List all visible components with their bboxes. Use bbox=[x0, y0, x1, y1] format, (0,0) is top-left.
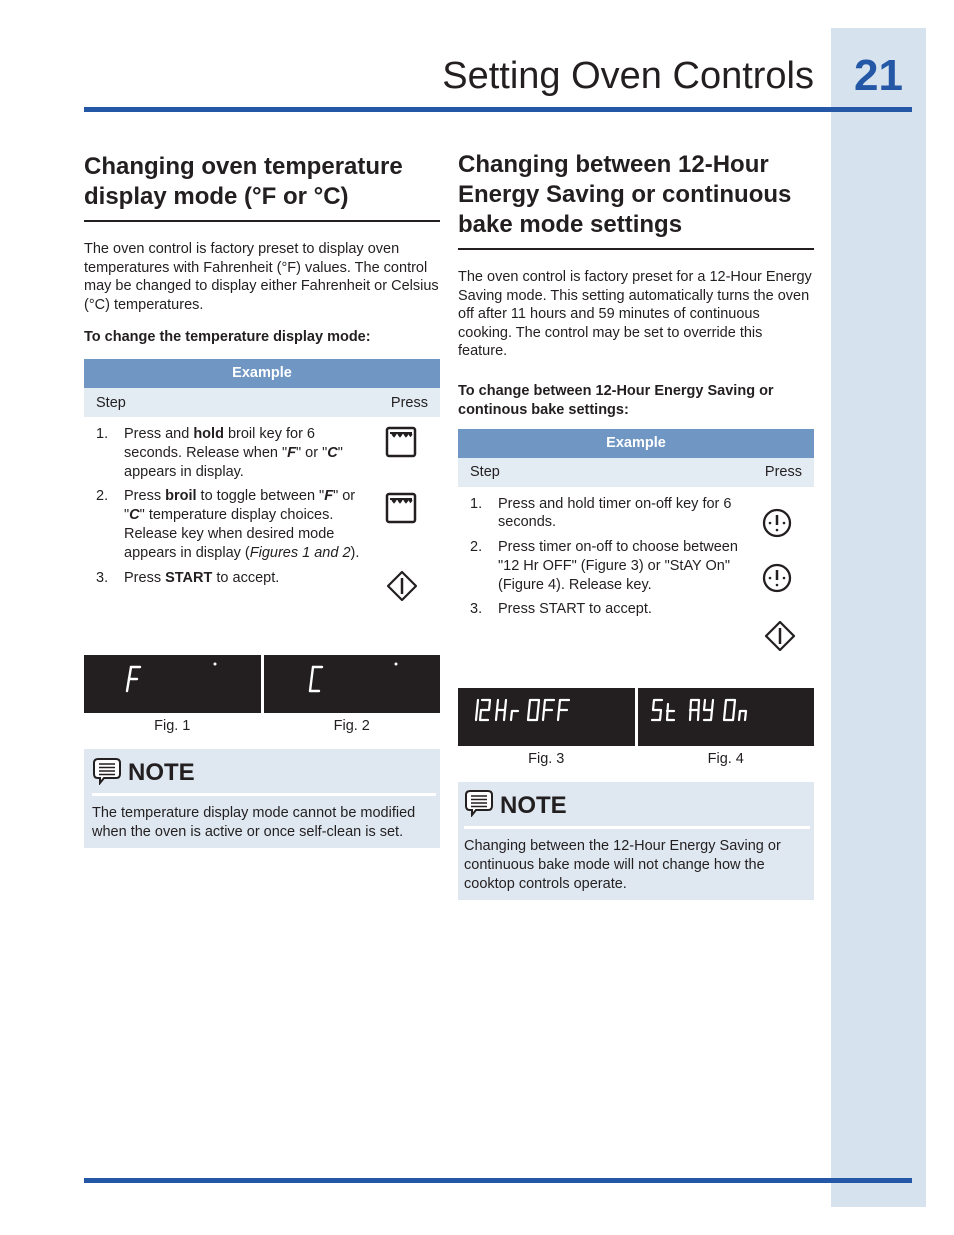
figure-label: Fig. 4 bbox=[707, 750, 744, 767]
header-rule bbox=[84, 107, 912, 112]
oven-display bbox=[263, 655, 440, 713]
display-glyph-stay-on bbox=[650, 698, 747, 721]
figure-label: Fig. 3 bbox=[528, 750, 565, 767]
note-title: NOTE bbox=[500, 791, 567, 819]
example-table: Example Step Press 1. Press and hold bro… bbox=[84, 359, 440, 655]
figure-4: Fig. 4 bbox=[637, 687, 814, 768]
step-number: 3. bbox=[470, 601, 483, 618]
step-text: Press START to accept. bbox=[498, 601, 652, 618]
step-item: 2. Press timer on-off to choose between … bbox=[458, 538, 814, 594]
step-number: 2. bbox=[96, 488, 109, 505]
note-text: The temperature display mode cannot be m… bbox=[92, 805, 416, 840]
note-box: NOTE Changing between the 12-Hour Energy… bbox=[458, 781, 814, 900]
timer-key-icon bbox=[762, 508, 792, 538]
temperature-mode-section: Changing oven temperature display mode (… bbox=[84, 152, 440, 848]
section-heading: Changing oven temperature display mode (… bbox=[84, 152, 440, 222]
section-subheading: To change the temperature display mode: bbox=[84, 329, 371, 345]
broil-key-icon bbox=[385, 492, 417, 524]
note-title: NOTE bbox=[128, 759, 195, 786]
note-icon bbox=[92, 757, 122, 790]
timer-key-icon bbox=[762, 563, 792, 593]
display-figures: Fig. 1 Fig. 2 bbox=[84, 655, 440, 735]
broil-key-icon bbox=[385, 426, 417, 458]
page-title: Setting Oven Controls bbox=[442, 55, 814, 97]
example-table-title: Example bbox=[458, 428, 814, 458]
col-step-label: Step bbox=[96, 394, 126, 411]
step-number: 3. bbox=[96, 569, 109, 586]
step-text: Press and hold broil key for 6 seconds. … bbox=[124, 426, 343, 480]
steps-list: 1. Press and hold timer on-off key for 6… bbox=[458, 487, 814, 688]
oven-display bbox=[637, 687, 814, 746]
start-key-icon bbox=[764, 620, 796, 652]
section-subheading: To change between 12-Hour Energy Saving … bbox=[458, 382, 774, 418]
side-panel bbox=[831, 28, 926, 1207]
display-glyph-12hr-off bbox=[474, 698, 571, 721]
oven-display bbox=[84, 655, 261, 713]
display-glyph-c bbox=[308, 662, 397, 693]
note-header: NOTE bbox=[464, 788, 810, 829]
step-item: 3. Press START to accept. bbox=[458, 600, 814, 619]
example-table: Example Step Press 1. Press and hold tim… bbox=[458, 428, 814, 688]
display-glyph-f bbox=[125, 662, 217, 693]
display-figures: Fig. 3 Fig. 4 bbox=[458, 687, 814, 768]
step-number: 2. bbox=[470, 539, 483, 556]
example-table-title: Example bbox=[84, 359, 440, 388]
section-heading: Changing between 12-Hour Energy Saving o… bbox=[458, 150, 814, 250]
figure-label: Fig. 1 bbox=[154, 718, 191, 734]
example-table-columns: Step Press bbox=[84, 388, 440, 417]
step-number: 1. bbox=[96, 426, 109, 442]
section-intro: The oven control is factory preset to di… bbox=[84, 241, 439, 313]
step-text: Press timer on-off to choose between "12… bbox=[498, 539, 738, 593]
step-number: 1. bbox=[470, 495, 483, 512]
footer-rule bbox=[84, 1178, 912, 1183]
note-icon bbox=[464, 789, 494, 822]
section-intro: The oven control is factory preset for a… bbox=[458, 269, 812, 359]
note-header: NOTE bbox=[92, 755, 436, 796]
col-press-label: Press bbox=[390, 394, 428, 411]
step-text: Press START to accept. bbox=[124, 569, 280, 586]
example-table-columns: Step Press bbox=[458, 457, 814, 487]
figure-label: Fig. 2 bbox=[333, 718, 370, 734]
note-text: Changing between the 12-Hour Energy Savi… bbox=[464, 837, 781, 892]
col-press-label: Press bbox=[764, 464, 802, 480]
step-text: Press and hold timer on-off key for 6 se… bbox=[498, 495, 732, 531]
start-key-icon bbox=[386, 570, 418, 602]
energy-saving-section: Changing between 12-Hour Energy Saving o… bbox=[458, 150, 814, 900]
steps-list: 1. Press and hold broil key for 6 second… bbox=[84, 417, 440, 655]
oven-display bbox=[458, 687, 635, 746]
figure-3: Fig. 3 bbox=[458, 687, 635, 768]
step-text: Press broil to toggle between "F" or "C"… bbox=[124, 488, 360, 561]
figure-1: Fig. 1 bbox=[84, 655, 261, 735]
figure-2: Fig. 2 bbox=[263, 655, 440, 735]
page-number: 21 bbox=[854, 51, 903, 100]
step-item: 1. Press and hold timer on-off key for 6… bbox=[458, 495, 814, 533]
note-box: NOTE The temperature display mode cannot… bbox=[84, 749, 440, 848]
col-step-label: Step bbox=[470, 464, 500, 480]
